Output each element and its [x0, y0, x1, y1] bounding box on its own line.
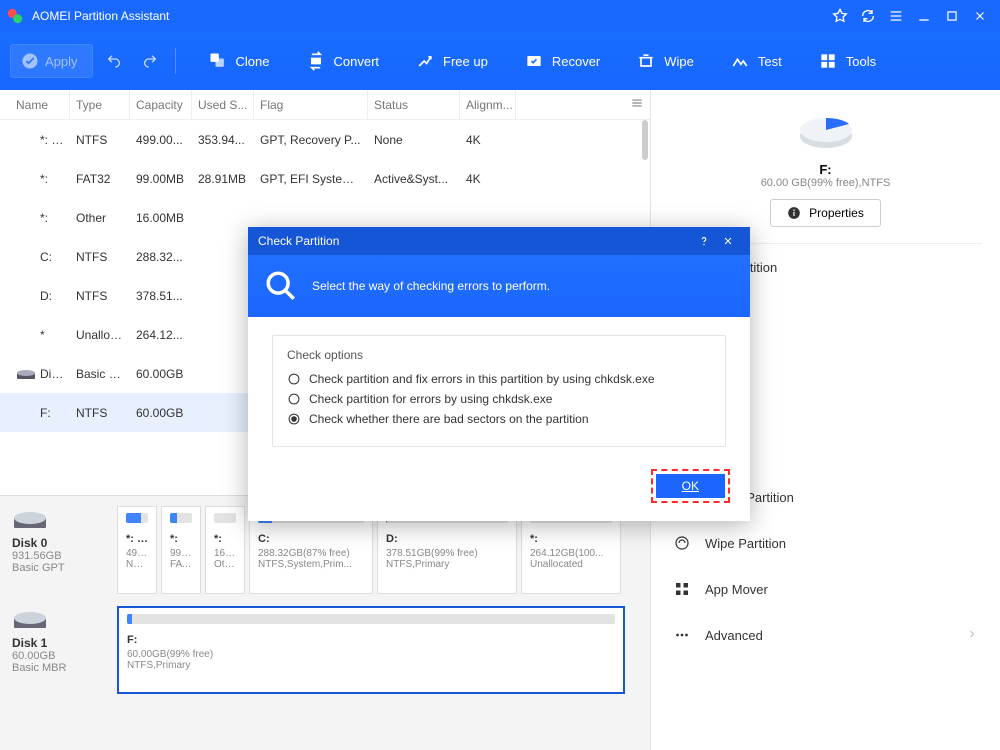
- disk-map-partition[interactable]: F:60.00GB(99% free)NTFS,Primary: [117, 606, 625, 694]
- disk-summary[interactable]: Disk 160.00GBBasic MBR: [12, 606, 107, 694]
- titlebar-star-button[interactable]: [826, 2, 854, 30]
- disk-map-partition[interactable]: *: R...499...NTF...: [117, 506, 157, 594]
- test-icon: [730, 51, 750, 71]
- magnifier-icon: [264, 269, 298, 303]
- check-partition-dialog: Check Partition Select the way of checki…: [248, 227, 750, 521]
- chevron-right-icon: [966, 628, 978, 643]
- toolbar: Apply Clone Convert Free up Recover Wipe Test…: [0, 32, 1000, 90]
- col-flag[interactable]: Flag: [254, 90, 368, 119]
- properties-button[interactable]: Properties: [770, 199, 881, 227]
- toolbar-wipe-button[interactable]: Wipe: [626, 44, 704, 78]
- table-header: Name Type Capacity Used S... Flag Status…: [0, 90, 650, 120]
- pie-chart-icon: [796, 108, 856, 154]
- table-row[interactable]: *: R...NTFS499.00...353.94...GPT, Recove…: [0, 120, 650, 159]
- app-title: AOMEI Partition Assistant: [32, 9, 826, 23]
- disk-map-row: Disk 160.00GBBasic MBRF:60.00GB(99% free…: [12, 606, 638, 694]
- tools-icon: [818, 51, 838, 71]
- radio-icon: [287, 392, 301, 406]
- radio-icon: [287, 372, 301, 386]
- undo-button[interactable]: [99, 46, 129, 76]
- titlebar-maximize-button[interactable]: [938, 2, 966, 30]
- disk-summary[interactable]: Disk 0931.56GBBasic GPT: [12, 506, 107, 594]
- dialog-title: Check Partition: [258, 234, 339, 248]
- wipe-icon: [636, 51, 656, 71]
- selected-partition-title: F:: [669, 162, 982, 177]
- ok-button-highlight: OK: [651, 469, 730, 503]
- toolbar-tools-button[interactable]: Tools: [808, 44, 886, 78]
- action-wipe-partition[interactable]: Wipe Partition: [669, 520, 982, 566]
- titlebar-close-button[interactable]: [966, 2, 994, 30]
- hdd-icon: [12, 506, 48, 530]
- check-circle-icon: [21, 52, 39, 70]
- col-capacity[interactable]: Capacity: [130, 90, 192, 119]
- table-row[interactable]: *:FAT3299.00MB28.91MBGPT, EFI System ...…: [0, 159, 650, 198]
- toolbar-test-button[interactable]: Test: [720, 44, 792, 78]
- table-columns-menu-icon[interactable]: [630, 96, 644, 113]
- toolbar-convert-button[interactable]: Convert: [296, 44, 390, 78]
- col-alignment[interactable]: Alignm...: [460, 90, 516, 119]
- disk-icon: [16, 368, 36, 380]
- titlebar-menu-button[interactable]: [882, 2, 910, 30]
- hdd-icon: [12, 606, 48, 630]
- disk-map-partition[interactable]: *:99....FAT...: [161, 506, 201, 594]
- titlebar-minimize-button[interactable]: [910, 2, 938, 30]
- check-option-1[interactable]: Check partition for errors by using chkd…: [287, 392, 711, 406]
- check-options-title: Check options: [287, 348, 711, 362]
- titlebar: AOMEI Partition Assistant: [0, 0, 1000, 32]
- dialog-banner: Select the way of checking errors to per…: [248, 255, 750, 317]
- col-status[interactable]: Status: [368, 90, 460, 119]
- disk-map: Disk 0931.56GBBasic GPT*: R...499...NTF.…: [0, 495, 650, 750]
- toolbar-recover-button[interactable]: Recover: [514, 44, 610, 78]
- free up-icon: [415, 51, 435, 71]
- action-advanced[interactable]: Advanced: [669, 612, 982, 658]
- clone-icon: [208, 51, 228, 71]
- titlebar-refresh-button[interactable]: [854, 2, 882, 30]
- toolbar-clone-button[interactable]: Clone: [198, 44, 280, 78]
- convert-icon: [306, 51, 326, 71]
- redo-button[interactable]: [135, 46, 165, 76]
- action-app-mover[interactable]: App Mover: [669, 566, 982, 612]
- check-options-group: Check options Check partition and fix er…: [272, 335, 726, 447]
- check-option-0[interactable]: Check partition and fix errors in this p…: [287, 372, 711, 386]
- disk-map-partition[interactable]: *:16.0...Oth...: [205, 506, 245, 594]
- app-logo-icon: [6, 7, 24, 25]
- apply-button[interactable]: Apply: [10, 44, 93, 78]
- col-name[interactable]: Name: [10, 90, 70, 119]
- recover-icon: [524, 51, 544, 71]
- dots-icon: [673, 626, 691, 644]
- mover-icon: [673, 580, 691, 598]
- col-type[interactable]: Type: [70, 90, 130, 119]
- selected-partition-sub: 60.00 GB(99% free),NTFS: [669, 177, 982, 189]
- dialog-help-button[interactable]: [692, 229, 716, 253]
- dialog-close-button[interactable]: [716, 229, 740, 253]
- toolbar-free-up-button[interactable]: Free up: [405, 44, 498, 78]
- col-used[interactable]: Used S...: [192, 90, 254, 119]
- wipe-icon: [673, 534, 691, 552]
- dialog-titlebar: Check Partition: [248, 227, 750, 255]
- check-option-2[interactable]: Check whether there are bad sectors on t…: [287, 412, 711, 426]
- info-icon: [787, 206, 801, 220]
- ok-button[interactable]: OK: [656, 474, 725, 498]
- radio-icon: [287, 412, 301, 426]
